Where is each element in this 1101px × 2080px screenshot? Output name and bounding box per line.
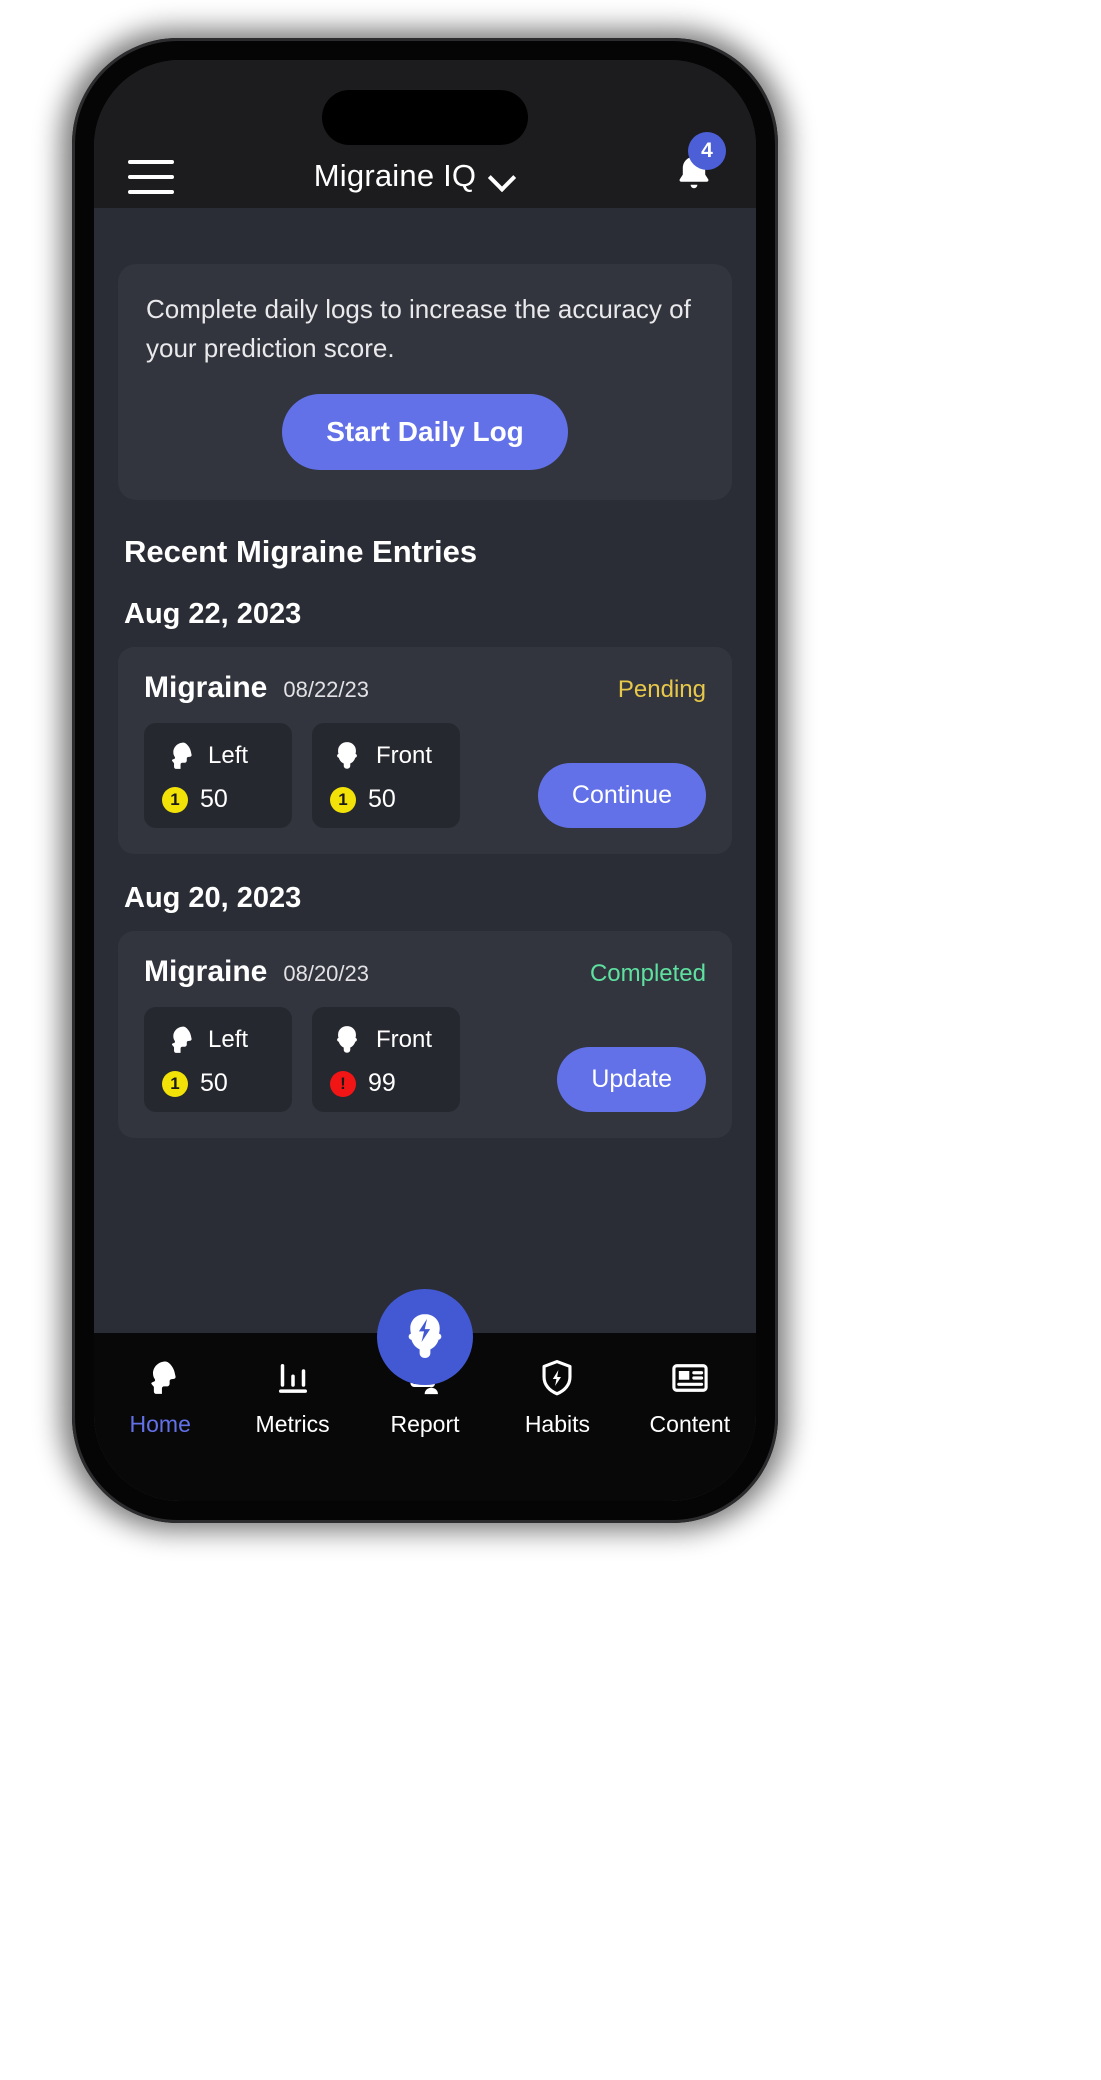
phone-device-frame: Migraine IQ 4 Complete daily logs to inc…: [72, 38, 778, 1523]
chip-label: Left: [208, 742, 249, 769]
chevron-down-icon: [490, 168, 516, 184]
pain-location-chip[interactable]: Front ! 99: [312, 1007, 460, 1112]
notification-count-badge: 4: [688, 132, 726, 170]
entry-card-header: Migraine 08/22/23 Pending: [144, 671, 706, 705]
migraine-entry-card[interactable]: Migraine 08/20/23 Completed Left 1 50 Fr…: [118, 931, 732, 1138]
severity-score: 50: [200, 1069, 228, 1097]
pain-location-chip[interactable]: Front 1 50: [312, 723, 460, 828]
chip-severity-row: ! 99: [330, 1069, 438, 1098]
update-entry-button[interactable]: Update: [557, 1047, 706, 1112]
entry-card-body: Left 1 50: [144, 723, 706, 828]
chip-header: Front: [330, 739, 438, 773]
severity-score: 50: [200, 785, 228, 813]
nav-item-habits[interactable]: Habits: [491, 1357, 623, 1438]
migraine-entry-card[interactable]: Migraine 08/22/23 Pending Left 1 50 Fron…: [118, 647, 732, 854]
nav-item-home[interactable]: Home: [94, 1357, 226, 1438]
shield-bolt-icon: [536, 1357, 578, 1399]
entry-date-group-label: Aug 22, 2023: [124, 598, 302, 630]
chip-label: Front: [376, 1026, 433, 1053]
log-migraine-fab[interactable]: [377, 1289, 473, 1385]
page-title: Migraine IQ: [313, 158, 477, 193]
notifications-button[interactable]: 4: [666, 132, 726, 194]
severity-marker-icon: 1: [162, 786, 188, 813]
chip-label: Front: [376, 742, 433, 769]
status-badge: Pending: [617, 676, 706, 703]
severity-marker-icon: 1: [330, 786, 356, 813]
nav-label-report: Report: [390, 1411, 460, 1437]
chip-severity-row: 1 50: [162, 785, 270, 814]
entry-date: 08/20/23: [283, 961, 369, 986]
head-lightning-bolt-icon: [397, 1309, 453, 1365]
head-left-profile-icon: [162, 1023, 196, 1057]
entry-card-body: Left 1 50: [144, 1007, 706, 1112]
bar-chart-icon: [272, 1357, 314, 1399]
entry-title: Migraine: [144, 671, 268, 704]
continue-entry-button[interactable]: Continue: [537, 763, 706, 828]
entry-action-wrap: Continue: [537, 763, 706, 828]
start-daily-log-button[interactable]: Start Daily Log: [282, 394, 568, 470]
entry-card-header: Migraine 08/20/23 Completed: [144, 955, 706, 989]
entry-date: 08/22/23: [283, 677, 369, 702]
head-front-icon: [330, 1023, 364, 1057]
daily-log-message: Complete daily logs to increase the accu…: [146, 294, 691, 363]
nav-item-content[interactable]: Content: [624, 1357, 756, 1438]
nav-label-metrics: Metrics: [255, 1411, 330, 1437]
status-badge: Completed: [589, 960, 706, 987]
severity-score: 50: [368, 785, 396, 813]
entry-date-group-label: Aug 20, 2023: [124, 882, 302, 914]
chip-header: Left: [162, 1023, 270, 1057]
nav-label-habits: Habits: [524, 1411, 591, 1437]
recent-entries-heading: Recent Migraine Entries: [124, 534, 478, 569]
daily-log-cta-row: Start Daily Log: [146, 394, 704, 470]
head-profile-icon: [139, 1357, 181, 1399]
chip-header: Left: [162, 739, 270, 773]
severity-marker-icon: 1: [162, 1070, 188, 1097]
severity-marker-icon: !: [330, 1070, 356, 1097]
phone-screen: Migraine IQ 4 Complete daily logs to inc…: [94, 60, 756, 1501]
daily-log-prompt-card: Complete daily logs to increase the accu…: [118, 264, 732, 500]
pain-location-chip[interactable]: Left 1 50: [144, 1007, 292, 1112]
nav-label-home: Home: [129, 1411, 191, 1437]
chip-header: Front: [330, 1023, 438, 1057]
severity-score: 99: [368, 1069, 396, 1097]
dynamic-island: [322, 90, 528, 145]
app-title-dropdown[interactable]: Migraine IQ: [164, 158, 666, 194]
pain-location-chip[interactable]: Left 1 50: [144, 723, 292, 828]
head-left-profile-icon: [162, 739, 196, 773]
entry-title: Migraine: [144, 955, 268, 988]
nav-item-metrics[interactable]: Metrics: [226, 1357, 358, 1438]
chip-severity-row: 1 50: [162, 1069, 270, 1098]
entry-action-wrap: Update: [557, 1047, 706, 1112]
article-card-icon: [669, 1357, 711, 1399]
head-front-icon: [330, 739, 364, 773]
screenshot-root: Migraine IQ 4 Complete daily logs to inc…: [0, 0, 1101, 2080]
chip-label: Left: [208, 1026, 249, 1053]
nav-label-content: Content: [649, 1411, 731, 1437]
chip-severity-row: 1 50: [330, 785, 438, 814]
